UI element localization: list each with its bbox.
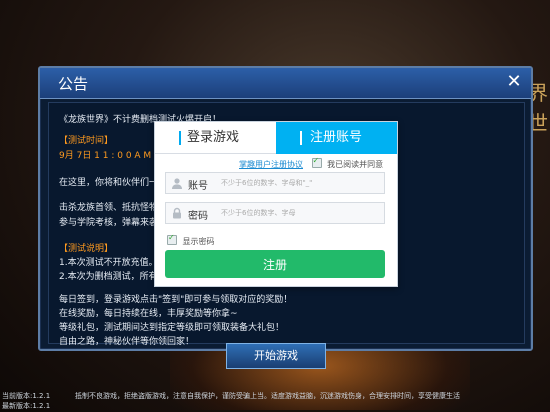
health-advisory: 抵制不良游戏，拒绝盗版游戏，注意自我保护，谨防受骗上当。适度游戏益脑，沉迷游戏伤… <box>75 392 460 400</box>
user-icon <box>172 178 182 189</box>
notice-line: 在这里，你将和伙伴们一起 <box>59 178 168 188</box>
notice-line: 每日签到，登录游戏点击"签到"即可参与领取对应的奖励！ <box>59 295 293 305</box>
notice-line: 1.本次测试不开放充值。 <box>59 258 158 268</box>
notice-line: 等级礼包，测试期间达到指定等级即可领取装备大礼包！ <box>59 323 285 333</box>
agreement-row: 掌趣用户注册协议 我已阅读并同意 <box>239 156 384 170</box>
notice-line: 【测试时间】 <box>59 136 114 146</box>
tab-login[interactable]: 登录游戏 <box>155 122 276 154</box>
agreement-text: 我已阅读并同意 <box>327 160 384 169</box>
account-label: 账号 <box>188 181 208 192</box>
notice-title: 公告 <box>58 75 89 93</box>
current-version: 当前版本:1.2.1 <box>2 392 51 400</box>
notice-line: 【测试说明】 <box>59 244 114 254</box>
account-field: 账号 <box>165 172 385 194</box>
account-input[interactable] <box>221 175 381 191</box>
lock-icon <box>173 207 181 219</box>
password-label: 密码 <box>188 211 208 222</box>
tab-login-label: 登录游戏 <box>187 130 240 145</box>
tab-register[interactable]: 注册账号 <box>276 122 397 154</box>
latest-version: 最新版本:1.2.1 <box>2 402 51 410</box>
password-input[interactable] <box>221 205 381 221</box>
register-dialog: 登录游戏 注册账号 掌趣用户注册协议 我已阅读并同意 账号 密码 显示密码 注册 <box>154 121 398 287</box>
password-field: 密码 <box>165 202 385 224</box>
notice-line: 在线奖励，每日持续在线，丰厚奖励等你拿~ <box>59 309 238 319</box>
tab-indicator <box>179 131 181 145</box>
notice-line: 参与学院考核，弹幕来袭， <box>59 218 168 228</box>
tab-register-label: 注册账号 <box>310 130 363 145</box>
show-password-row: 显示密码 <box>167 233 215 247</box>
tab-indicator <box>300 131 302 145</box>
start-game-button[interactable]: 开始游戏 <box>226 343 326 369</box>
register-button[interactable]: 注册 <box>165 250 385 278</box>
notice-line: 击杀龙族首领、抵抗怪物入 <box>59 203 168 213</box>
close-icon[interactable]: ✕ <box>503 71 525 93</box>
agreement-link[interactable]: 掌趣用户注册协议 <box>239 160 303 169</box>
notice-header: 公告 ✕ <box>40 68 531 99</box>
notice-line: 2.本次为删档测试，所有游 <box>59 272 167 282</box>
show-password-checkbox[interactable] <box>167 233 177 245</box>
show-password-label: 显示密码 <box>182 237 215 246</box>
notice-line: 自由之路，神秘伙伴等你领回家！ <box>59 337 195 347</box>
agreement-checkbox[interactable] <box>311 156 322 168</box>
